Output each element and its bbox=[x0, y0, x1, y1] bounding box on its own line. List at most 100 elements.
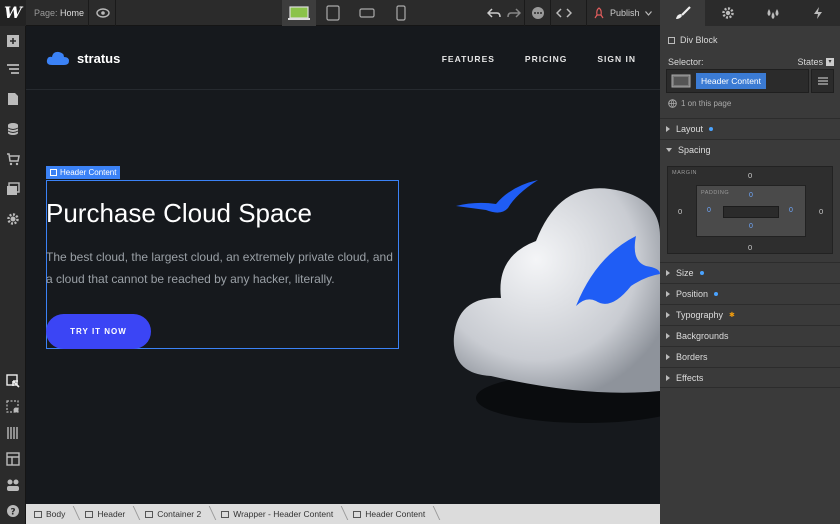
question-icon: ? bbox=[7, 505, 19, 518]
padding-bottom-value[interactable]: 0 bbox=[749, 223, 753, 230]
content-box bbox=[723, 206, 779, 218]
padding-right-value[interactable]: 0 bbox=[789, 207, 793, 214]
site-navbar[interactable]: stratus FEATURES PRICING SIGN IN bbox=[26, 26, 660, 90]
desktop-view-button[interactable] bbox=[282, 0, 316, 26]
design-canvas[interactable]: stratus FEATURES PRICING SIGN IN Header … bbox=[26, 26, 660, 504]
selected-element-tag[interactable]: Header Content bbox=[46, 166, 121, 179]
breadcrumb-header[interactable]: Header bbox=[77, 504, 137, 524]
nav-link-pricing[interactable]: PRICING bbox=[525, 54, 567, 64]
caret-right-icon bbox=[666, 312, 670, 318]
rocket-icon bbox=[594, 7, 604, 19]
states-dropdown[interactable]: States ▾ bbox=[797, 57, 834, 67]
settings-button[interactable] bbox=[0, 206, 26, 232]
grid-overlay-button[interactable] bbox=[0, 446, 26, 472]
mobile-landscape-icon bbox=[359, 8, 375, 18]
panel-tabs bbox=[660, 0, 840, 26]
selector-field[interactable]: Header Content bbox=[666, 69, 809, 93]
selector-chip[interactable]: Header Content bbox=[696, 73, 767, 89]
chevron-down-icon: ▾ bbox=[826, 58, 834, 66]
tab-style-manager[interactable] bbox=[750, 0, 795, 26]
usage-count: 1 on this page bbox=[668, 99, 731, 108]
cms-button[interactable] bbox=[0, 116, 26, 142]
selected-element-name: Header Content bbox=[60, 168, 117, 177]
margin-right-value[interactable]: 0 bbox=[819, 207, 823, 216]
xray-button[interactable] bbox=[0, 420, 26, 446]
database-icon bbox=[7, 123, 19, 135]
breadcrumb-container[interactable]: Container 2 bbox=[137, 504, 213, 524]
brand-name: stratus bbox=[77, 50, 121, 66]
list-tree-icon bbox=[7, 64, 19, 74]
barcode-icon bbox=[7, 427, 18, 439]
nav-link-sign-in[interactable]: SIGN IN bbox=[597, 54, 636, 64]
redo-icon bbox=[507, 8, 521, 18]
tab-interactions[interactable] bbox=[795, 0, 840, 26]
margin-top-value[interactable]: 0 bbox=[748, 171, 752, 180]
div-block-icon bbox=[50, 169, 57, 176]
code-icon bbox=[555, 8, 572, 18]
section-spacing[interactable]: Spacing bbox=[660, 139, 840, 160]
webflow-logo[interactable]: W bbox=[0, 0, 26, 26]
device-switcher bbox=[282, 0, 418, 26]
undo-button[interactable] bbox=[484, 0, 504, 26]
preview-button[interactable] bbox=[88, 0, 116, 26]
tab-style[interactable] bbox=[660, 0, 705, 26]
breadcrumb-header-content[interactable]: Header Content bbox=[345, 504, 437, 524]
section-effects[interactable]: Effects bbox=[660, 367, 840, 388]
section-icon bbox=[85, 510, 94, 518]
plus-square-icon bbox=[7, 35, 19, 47]
select-tool-button[interactable] bbox=[0, 368, 26, 394]
page-icon bbox=[8, 93, 18, 105]
cloud-logo-icon bbox=[46, 51, 69, 65]
breadcrumb-wrapper[interactable]: Wrapper - Header Content bbox=[213, 504, 345, 524]
margin-bottom-value[interactable]: 0 bbox=[748, 243, 752, 252]
cloud-shape bbox=[453, 188, 660, 393]
brand-link[interactable]: stratus bbox=[46, 50, 120, 66]
modified-dot bbox=[714, 292, 719, 296]
ecommerce-button[interactable] bbox=[0, 146, 26, 172]
add-panel-button[interactable] bbox=[0, 28, 26, 54]
margin-left-value[interactable]: 0 bbox=[678, 207, 682, 216]
section-position[interactable]: Position bbox=[660, 283, 840, 304]
padding-top-value[interactable]: 0 bbox=[749, 192, 753, 199]
navigator-button[interactable] bbox=[0, 56, 26, 82]
more-options-button[interactable] bbox=[524, 0, 550, 26]
section-size[interactable]: Size bbox=[660, 262, 840, 283]
selector-menu-button[interactable] bbox=[811, 69, 834, 93]
tablet-icon bbox=[326, 5, 340, 21]
padding-left-value[interactable]: 0 bbox=[707, 207, 711, 214]
dashed-box-eye-icon bbox=[6, 400, 19, 413]
hero-paragraph[interactable]: The best cloud, the largest cloud, an ex… bbox=[46, 246, 396, 290]
section-label: Size bbox=[676, 268, 694, 278]
breadcrumb-body[interactable]: Body bbox=[26, 504, 77, 524]
preview-element-button[interactable] bbox=[0, 394, 26, 420]
page-prefix: Page: bbox=[34, 8, 58, 18]
code-export-button[interactable] bbox=[550, 0, 576, 26]
images-icon bbox=[7, 182, 20, 195]
mobile-portrait-view-button[interactable] bbox=[384, 0, 418, 26]
hero-heading[interactable]: Purchase Cloud Space bbox=[46, 198, 312, 229]
help-button[interactable]: ? bbox=[0, 498, 26, 524]
inherited-star-icon: ✱ bbox=[729, 312, 735, 319]
section-typography[interactable]: Typography ✱ bbox=[660, 304, 840, 325]
section-borders[interactable]: Borders bbox=[660, 346, 840, 367]
try-it-now-button[interactable]: TRY IT NOW bbox=[46, 314, 151, 349]
page-selector[interactable]: Page: Home bbox=[34, 8, 84, 18]
nav-link-features[interactable]: FEATURES bbox=[442, 54, 495, 64]
mobile-landscape-view-button[interactable] bbox=[350, 0, 384, 26]
caret-right-icon bbox=[666, 354, 670, 360]
tablet-view-button[interactable] bbox=[316, 0, 350, 26]
tab-settings[interactable] bbox=[705, 0, 750, 26]
collaborators-button[interactable] bbox=[0, 472, 26, 498]
publish-button[interactable]: Publish bbox=[586, 0, 660, 26]
section-label: Spacing bbox=[678, 145, 711, 155]
assets-button[interactable] bbox=[0, 176, 26, 202]
lightning-icon bbox=[813, 7, 822, 19]
redo-button[interactable] bbox=[504, 0, 524, 26]
pages-button[interactable] bbox=[0, 86, 26, 112]
section-layout[interactable]: Layout bbox=[660, 118, 840, 139]
top-toolbar: W Page: Home Publish bbox=[0, 0, 660, 26]
cart-icon bbox=[7, 153, 20, 166]
layout-icon bbox=[6, 452, 20, 466]
undo-icon bbox=[487, 8, 501, 18]
section-backgrounds[interactable]: Backgrounds bbox=[660, 325, 840, 346]
